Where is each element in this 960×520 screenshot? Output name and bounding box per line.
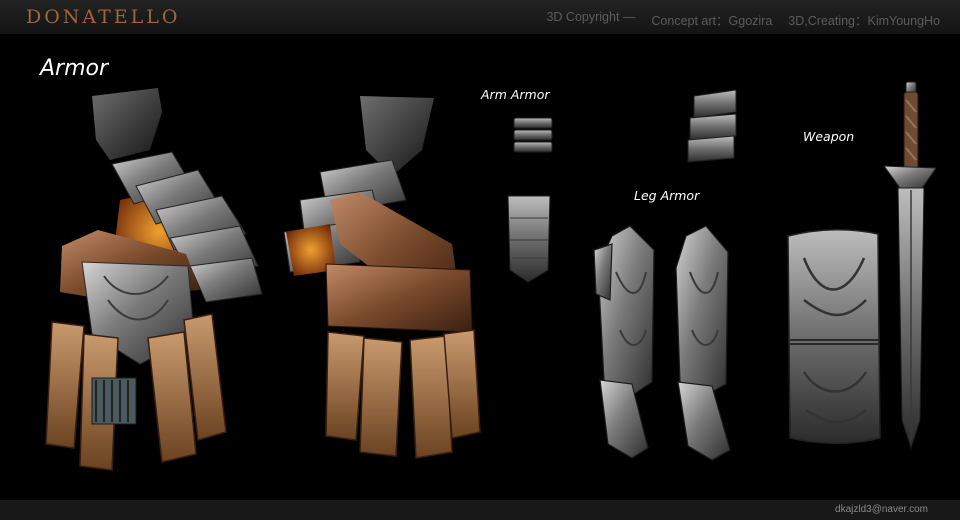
armor-section-title: Armor [40,56,109,81]
arm-armor-label: Arm Armor [481,87,550,102]
armor-front [45,88,263,471]
credits: 3D Copyright — Concept art：Ggozira 3D,Cr… [546,10,940,29]
credit-concept-art: Concept art：Ggozira [651,14,773,28]
leg-armor-label: Leg Armor [634,188,700,203]
footer-bar: dkajzld3@naver.com [0,500,960,520]
arm-armor [507,117,553,283]
weapon-label: Weapon [803,129,855,144]
artwork-canvas [45,81,937,471]
credit-copyright: 3D Copyright — [546,10,636,24]
armor-back [283,96,481,459]
sword [882,81,937,450]
contact-email: dkajzld3@naver.com [835,504,928,515]
credit-3d-creating: 3D,Creating：KimYoungHo [788,14,940,28]
header-bar: DONATELLO 3D Copyright — Concept art：Ggo… [0,0,960,34]
shield [787,229,881,444]
leg-armor [593,225,731,461]
bracers [687,89,737,163]
brand-logo: DONATELLO [26,6,181,28]
